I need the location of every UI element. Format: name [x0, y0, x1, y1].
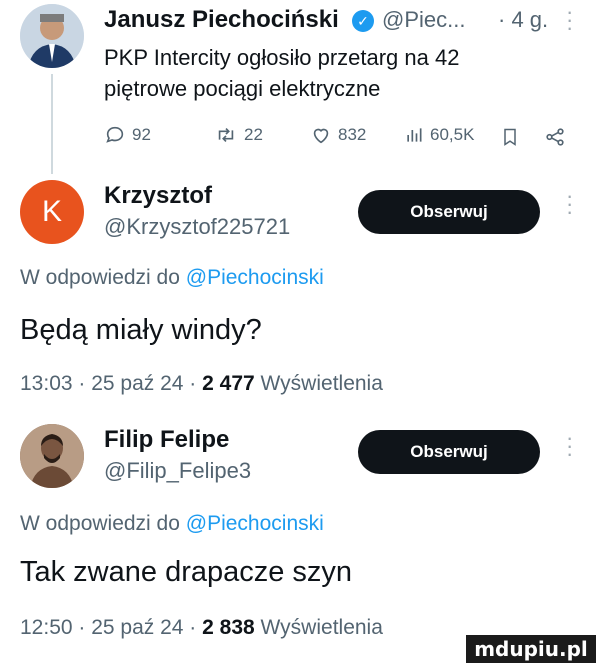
verified-badge-icon: ✓ [352, 10, 374, 32]
author-name[interactable]: Janusz Piechociński [104, 6, 339, 34]
views-count: 2 838 [202, 616, 255, 639]
heart-icon [313, 128, 329, 144]
reply-to-link[interactable]: @Piechocinski [186, 266, 324, 289]
avatar-janusz[interactable] [20, 4, 84, 68]
share-icon[interactable] [544, 126, 566, 153]
reply-time[interactable]: 12:50 · 25 paź 24 · [20, 616, 196, 639]
post-text: PKP Intercity ogłosiło przetarg na 42 pi… [104, 45, 460, 101]
person-icon [20, 4, 84, 68]
reply-to-line: W odpowiedzi do @Piechocinski [20, 266, 324, 290]
follow-button[interactable]: Obserwuj [358, 190, 540, 234]
reply-to-link[interactable]: @Piechocinski [186, 512, 324, 535]
follow-button[interactable]: Obserwuj [358, 430, 540, 474]
avatar-krzysztof[interactable]: K [20, 180, 84, 244]
like-button[interactable]: 832 [310, 124, 366, 146]
reply-prefix: W odpowiedzi do [20, 512, 180, 535]
person-icon [20, 424, 84, 488]
reply-meta: 12:50 · 25 paź 24 · 2 838 Wyświetlenia [20, 616, 383, 640]
more-options-icon[interactable]: · · · [566, 427, 573, 465]
author-handle[interactable]: @Piec... [382, 7, 465, 33]
views-button[interactable]: 60,5K [404, 124, 474, 146]
repost-count: 22 [244, 125, 263, 144]
reply-prefix: W odpowiedzi do [20, 266, 180, 289]
reply-icon [106, 126, 124, 143]
repost-icon [218, 127, 234, 143]
reply-button[interactable]: 92 [104, 124, 151, 146]
views-chart-icon [407, 128, 422, 142]
views-count: 2 477 [202, 372, 255, 395]
reply-text: Będą miały windy? [20, 314, 262, 346]
avatar-filip[interactable] [20, 424, 84, 488]
reply-time[interactable]: 13:03 · 25 paź 24 · [20, 372, 196, 395]
repost-button[interactable]: 22 [214, 124, 263, 146]
watermark-logo: mdupiu.pl [466, 635, 596, 663]
reply-to-line: W odpowiedzi do @Piechocinski [20, 512, 324, 536]
author-name[interactable]: Krzysztof [104, 182, 212, 210]
reply-meta: 13:03 · 25 paź 24 · 2 477 Wyświetlenia [20, 372, 383, 396]
views-count: 60,5K [430, 125, 475, 144]
author-name[interactable]: Filip Felipe [104, 426, 229, 454]
avatar-letter: K [41, 195, 62, 228]
bookmark-icon[interactable] [500, 126, 520, 153]
more-options-icon[interactable]: · · · [566, 185, 573, 223]
reply-text: Tak zwane drapacze szyn [20, 556, 353, 588]
thread-line [51, 74, 53, 174]
like-count: 832 [338, 125, 367, 144]
more-options-icon[interactable]: · · · [566, 1, 573, 39]
post-time[interactable]: · 4 g. [498, 7, 548, 33]
author-handle[interactable]: @Filip_Felipe3 [104, 458, 251, 484]
author-handle[interactable]: @Krzysztof225721 [104, 214, 290, 240]
reply-count: 92 [132, 125, 151, 144]
views-label: Wyświetlenia [260, 616, 383, 639]
views-label: Wyświetlenia [260, 372, 383, 395]
